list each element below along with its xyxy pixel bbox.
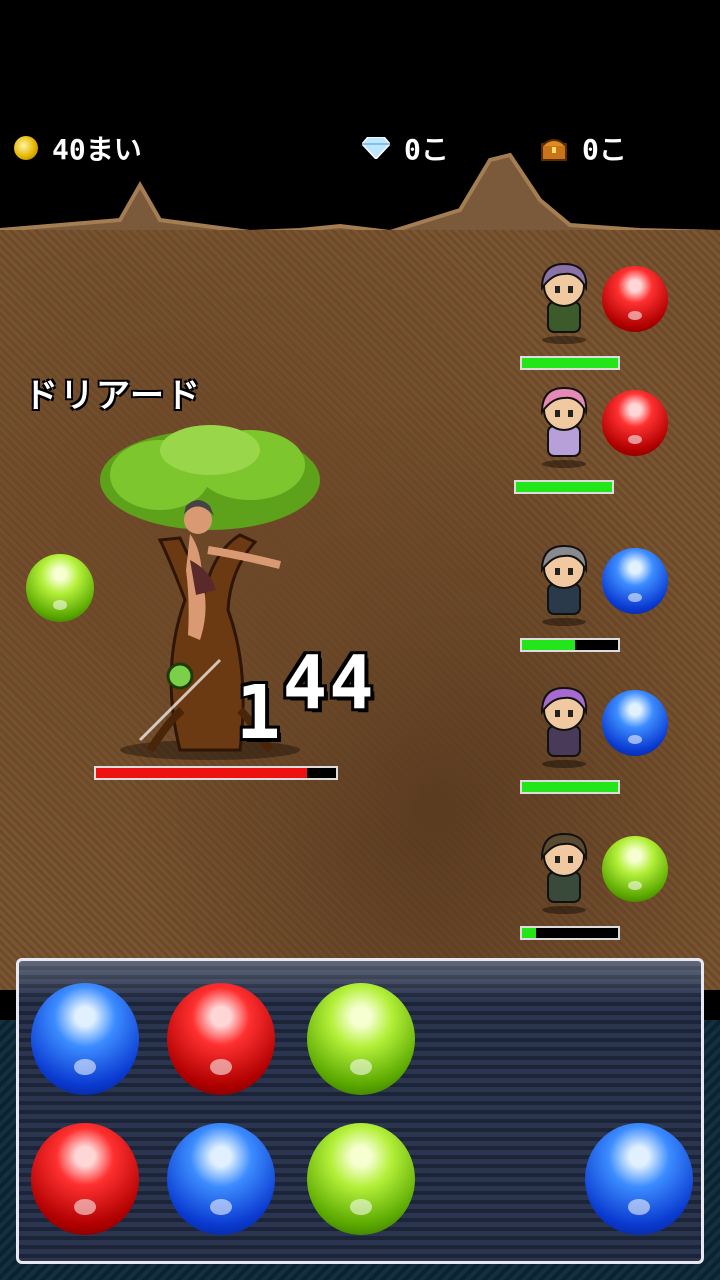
enemy-name: ドリアード [24, 376, 202, 416]
party-member-orb-4 [602, 690, 668, 756]
gold-coin-icon [14, 136, 38, 160]
board-orb-blue[interactable] [167, 1123, 275, 1235]
party-member-hp-bar-2 [514, 480, 614, 494]
party-member-hp-fill-5 [522, 928, 537, 938]
gem-counter: 0こ [362, 128, 449, 168]
party-member-hp-fill-2 [516, 482, 612, 492]
enemy-hp-fill [96, 768, 308, 778]
party-member-hp-fill-4 [522, 782, 618, 792]
board-orb-green[interactable] [307, 983, 415, 1095]
party-member-orb-1 [602, 266, 668, 332]
board-orb-red[interactable] [31, 1123, 139, 1235]
treasure-chest-icon [541, 139, 567, 161]
chest-counter: 0こ [540, 128, 627, 168]
party-member-sprite-3[interactable] [528, 540, 600, 626]
party-member-sprite-1[interactable] [528, 258, 600, 344]
coin-counter: 40まい [14, 128, 142, 168]
chest-count: 0こ [582, 133, 627, 166]
party-member-hp-bar-1 [520, 356, 620, 370]
damage-number: 144 [236, 640, 376, 756]
party-member-orb-5 [602, 836, 668, 902]
enemy-hp-bar [94, 766, 338, 780]
party-member-orb-3 [602, 548, 668, 614]
orb-board [16, 958, 704, 1264]
board-orb-green[interactable] [307, 1123, 415, 1235]
board-orb-blue[interactable] [31, 983, 139, 1095]
party-member-orb-2 [602, 390, 668, 456]
board-orb-red[interactable] [167, 983, 275, 1095]
party-member-sprite-4[interactable] [528, 682, 600, 768]
diamond-icon [362, 137, 390, 159]
enemy-element-orb [26, 554, 94, 622]
party-member-hp-fill-1 [522, 358, 618, 368]
party-member-sprite-5[interactable] [528, 828, 600, 914]
party-member-sprite-2[interactable] [528, 382, 600, 468]
party-member-hp-bar-3 [520, 638, 620, 652]
party-member-hp-bar-4 [520, 780, 620, 794]
coin-count: 40まい [52, 133, 142, 166]
party-member-hp-fill-3 [522, 640, 575, 650]
party-member-hp-bar-5 [520, 926, 620, 940]
board-orb-blue[interactable] [585, 1123, 693, 1235]
gem-count: 0こ [404, 133, 449, 166]
